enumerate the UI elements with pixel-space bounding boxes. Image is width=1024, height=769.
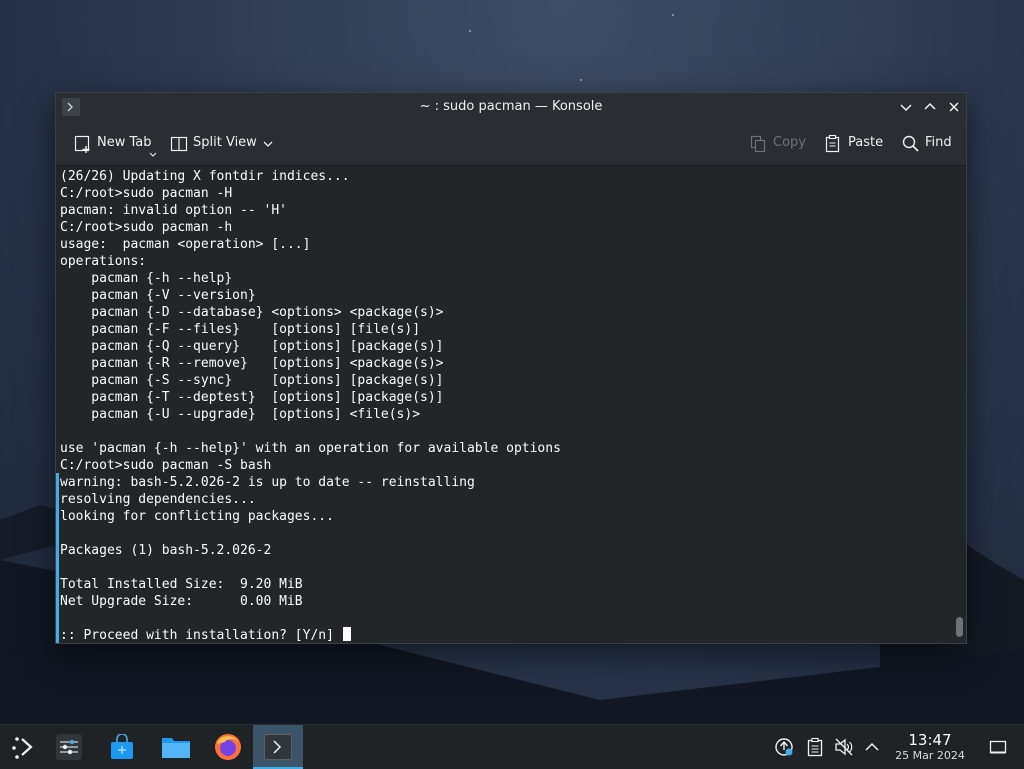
taskbar: 13:47 25 Mar 2024 — [0, 724, 1024, 769]
terminal-line: pacman {-V --version} — [60, 288, 256, 303]
terminal-line: pacman {-Q --query} [options] [package(s… — [60, 339, 444, 354]
output-marker — [56, 473, 59, 643]
terminal-line: Total Installed Size: 9.20 MiB — [60, 577, 303, 592]
new-tab-label: New Tab — [97, 135, 152, 150]
close-button[interactable] — [944, 97, 964, 117]
terminal-line: pacman {-R --remove} [options] <package(… — [60, 356, 444, 371]
taskbar-app-konsole[interactable] — [253, 725, 303, 769]
terminal-line: looking for conflicting packages... — [60, 509, 334, 524]
terminal-line: pacman: invalid option -- 'H' — [60, 203, 287, 218]
clipboard-icon — [807, 737, 823, 757]
chevron-up-icon — [924, 102, 936, 110]
terminal-icon — [264, 734, 292, 760]
paste-label: Paste — [848, 135, 884, 150]
terminal-line: pacman {-h --help} — [60, 271, 233, 286]
terminal-prompt-line[interactable]: :: Proceed with installation? [Y/n] — [60, 627, 561, 644]
terminal-line: pacman {-U --upgrade} [options] <file(s)… — [60, 407, 421, 422]
find-button[interactable]: Find — [901, 134, 957, 154]
kde-launcher-icon — [12, 737, 33, 759]
show-hidden-icons-button[interactable] — [862, 737, 882, 757]
clipboard-tray-button[interactable] — [805, 737, 825, 757]
search-icon — [902, 135, 919, 152]
clock-date[interactable]: 25 Mar 2024 — [890, 749, 970, 762]
chevron-down-icon — [900, 104, 912, 112]
terminal-line: operations: — [60, 254, 147, 269]
terminal-line: warning: bash-5.2.026-2 is up to date --… — [60, 475, 475, 490]
clock-time[interactable]: 13:47 — [890, 731, 970, 749]
terminal-line: pacman {-S --sync} [options] [package(s)… — [60, 373, 444, 388]
paste-icon — [825, 134, 840, 153]
terminal-output[interactable]: (26/26) Updating X fontdir indices... C:… — [56, 166, 952, 643]
application-launcher-button[interactable] — [0, 725, 48, 769]
copy-label: Copy — [773, 135, 806, 150]
text-cursor — [342, 627, 351, 641]
taskbar-app-system-settings[interactable] — [45, 725, 93, 769]
copy-icon — [750, 135, 766, 153]
volume-muted-icon — [835, 738, 853, 756]
terminal-line: C:/root>sudo pacman -h — [60, 220, 233, 235]
terminal-line: C:/root>sudo pacman -H — [60, 186, 233, 201]
firefox-icon — [215, 734, 241, 760]
terminal-line: resolving dependencies... — [60, 492, 256, 507]
new-tab-button[interactable]: New Tab — [73, 134, 163, 157]
terminal-line: pacman {-F --files} [options] [file(s)] — [60, 322, 421, 337]
updates-tray-button[interactable] — [774, 737, 794, 757]
terminal-line: Net Upgrade Size: 0.00 MiB — [60, 594, 303, 609]
minimize-button[interactable] — [896, 97, 916, 117]
window-title: ~ : sudo pacman — Konsole — [419, 99, 603, 114]
chevron-up-icon — [865, 742, 879, 751]
terminal-line: use 'pacman {-h --help}' with an operati… — [60, 441, 561, 456]
show-desktop-icon — [989, 740, 1007, 754]
title-bar[interactable]: ~ : sudo pacman — Konsole — [56, 93, 966, 121]
toolbar: New Tab Split View Copy Paste Find — [56, 121, 966, 166]
taskbar-app-dolphin[interactable] — [150, 725, 198, 769]
paste-button[interactable]: Paste — [823, 134, 887, 154]
terminal-line: pacman {-T --deptest} [options] [package… — [60, 390, 444, 405]
terminal-line: C:/root>sudo pacman -S bash — [60, 458, 272, 473]
taskbar-app-discover[interactable] — [98, 725, 146, 769]
terminal-line: (26/26) Updating X fontdir indices... — [60, 169, 350, 184]
close-icon — [949, 102, 959, 112]
new-tab-icon — [74, 135, 90, 153]
settings-sliders-icon — [56, 734, 82, 760]
vertical-scrollbar[interactable] — [952, 166, 966, 643]
terminal-line: pacman {-D --database} <options> <packag… — [60, 305, 444, 320]
prompt-text: :: Proceed with installation? [Y/n] — [60, 628, 342, 643]
scrollbar-thumb[interactable] — [956, 617, 963, 637]
terminal-line: usage: pacman <operation> [...] — [60, 237, 311, 252]
konsole-window: ~ : sudo pacman — Konsole New Tab Split … — [55, 92, 967, 644]
show-desktop-button[interactable] — [988, 737, 1008, 757]
taskbar-app-firefox[interactable] — [202, 725, 250, 769]
discover-store-icon — [111, 734, 133, 759]
chevron-down-icon — [263, 141, 273, 147]
split-view-icon — [170, 136, 188, 152]
split-view-button[interactable]: Split View — [169, 134, 279, 154]
maximize-button[interactable] — [920, 97, 940, 117]
updates-icon — [775, 738, 793, 756]
find-label: Find — [925, 135, 952, 150]
chevron-down-icon — [149, 152, 157, 157]
copy-button[interactable]: Copy — [748, 134, 808, 154]
folder-icon — [162, 738, 190, 758]
split-view-label: Split View — [193, 135, 257, 150]
volume-tray-button[interactable] — [834, 737, 854, 757]
terminal-lines: (26/26) Updating X fontdir indices... C:… — [60, 168, 561, 644]
terminal-line: Packages (1) bash-5.2.026-2 — [60, 543, 272, 558]
